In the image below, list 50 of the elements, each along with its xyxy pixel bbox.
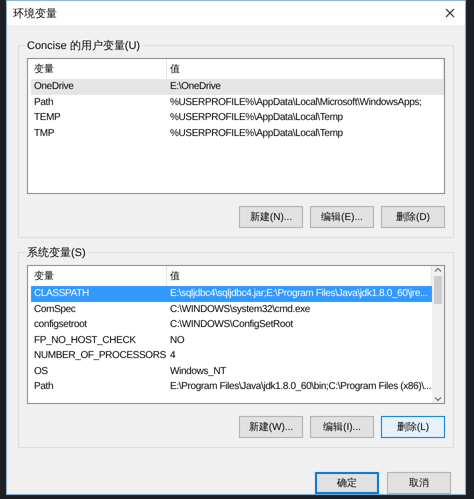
list-row[interactable]: OS Windows_NT [31, 364, 432, 379]
variable-name: FP_NO_HOST_CHECK [33, 334, 137, 346]
list-row[interactable]: NUMBER_OF_PROCESSORS 4 [31, 348, 432, 364]
variable-name: OneDrive [33, 81, 74, 92]
list-row[interactable]: Path E:\Program Files\Java\jdk1.8.0_60\bin;C:\Program Files (x86)\... [31, 379, 432, 394]
list-row[interactable]: configsetroot C:\WINDOWS\ConfigSetRoot [31, 317, 432, 332]
dialog-button[interactable]: 新建(N)... [239, 206, 303, 228]
variable-value: %USERPROFILE%\AppData\Local\Temp [169, 112, 344, 124]
variable-name: Path [33, 96, 54, 108]
list-row[interactable]: Path %USERPROFILE%\AppData\Local\Microsoft\WindowsApps; [31, 94, 444, 110]
scroll-up-icon[interactable] [434, 266, 442, 274]
variable-name: configsetroot [33, 319, 88, 330]
dialog-button[interactable]: 取消 [387, 472, 451, 494]
variables-list[interactable]: 变量 值 OneDrive E:\OneDrive Path %USERPROFILE%\AppData\Local\Microsoft\WindowsApps; TEMP %USERPROFILE%\AppData\Local\Temp TMP %USERPROFILE%\AppData\Local\Temp [27, 58, 445, 194]
window-title: 环境变量 [13, 6, 57, 20]
variable-name: TEMP [33, 112, 62, 124]
variable-name: TMP [33, 128, 56, 139]
variable-value: %USERPROFILE%\AppData\Local\Microsoft\WindowsApps; [169, 96, 422, 108]
variable-name: NUMBER_OF_PROCESSORS [33, 350, 167, 362]
scrollbar[interactable] [432, 266, 444, 403]
dialog-button[interactable]: 新建(W)... [239, 416, 303, 438]
variable-value: C:\WINDOWS\system32\cmd.exe [169, 304, 312, 315]
list-row[interactable]: FP_NO_HOST_CHECK NO [31, 332, 432, 348]
variable-value: E:\Program Files\Java\jdk1.8.0_60\bin;C:\Program Files (x86)\... [169, 381, 432, 392]
variable-value: Windows_NT [169, 366, 228, 377]
variable-value: 4 [169, 350, 176, 362]
close-icon[interactable] [445, 8, 455, 18]
scroll-thumb[interactable] [434, 276, 442, 304]
variable-name: ComSpec [33, 304, 76, 315]
list-row[interactable]: TEMP %USERPROFILE%\AppData\Local\Temp [31, 110, 444, 126]
variable-value: C:\WINDOWS\ConfigSetRoot [169, 319, 294, 330]
variable-value: E:\OneDrive [169, 81, 222, 92]
dialog-button[interactable]: 编辑(E)... [310, 206, 374, 228]
dialog-button[interactable]: 编辑(I)... [310, 416, 374, 438]
variables-list[interactable] [27, 265, 445, 404]
variable-name: CLASSPATH [33, 288, 90, 300]
dialog-button[interactable]: 删除(D) [381, 206, 445, 228]
list-row[interactable]: OneDrive E:\OneDrive [31, 79, 444, 94]
variable-value: %USERPROFILE%\AppData\Local\Temp [169, 128, 344, 139]
variable-value: NO [169, 334, 186, 346]
scroll-down-icon[interactable] [434, 395, 442, 403]
dialog-button[interactable]: 确定 [315, 472, 379, 494]
variable-name: Path [33, 381, 54, 392]
variable-name: OS [33, 366, 49, 377]
dialog-button[interactable]: 删除(L) [381, 416, 445, 438]
list-row[interactable]: ComSpec C:\WINDOWS\system32\cmd.exe [31, 302, 432, 317]
group-label: 系统变量(S) [25, 245, 88, 260]
group-label: Concise 的用户变量(U) [25, 38, 142, 53]
variable-value: E:\sqljdbc4\sqljdbc4.jar;E:\Program Files\Java\jdk1.8.0_60\jre... [169, 288, 428, 300]
list-row[interactable]: TMP %USERPROFILE%\AppData\Local\Temp [31, 126, 444, 141]
